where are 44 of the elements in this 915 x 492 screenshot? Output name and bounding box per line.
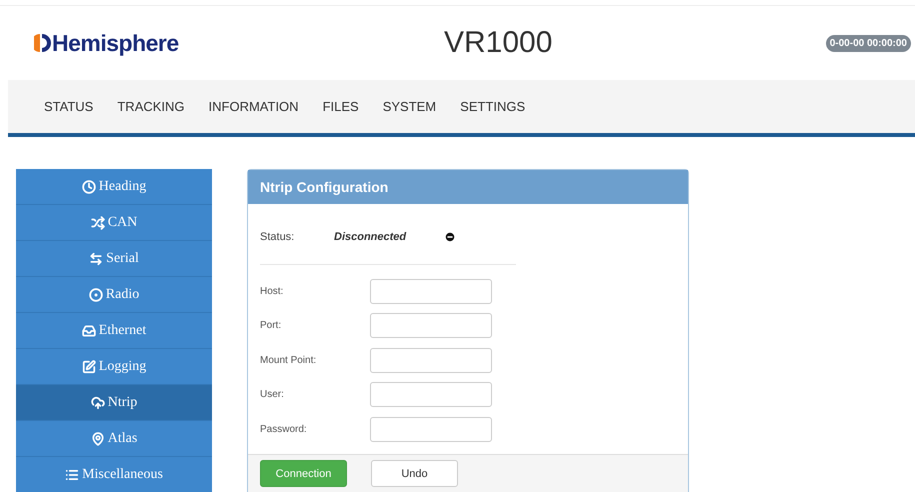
- undo-button[interactable]: Undo: [371, 460, 458, 487]
- input-field[interactable]: [370, 348, 492, 373]
- logo-icon: [34, 32, 52, 54]
- field-label: Port:: [260, 320, 282, 332]
- input-field[interactable]: [370, 313, 492, 338]
- input-field[interactable]: [370, 382, 492, 408]
- sidebar-item[interactable]: Miscellaneous: [16, 457, 212, 492]
- status-label: Status:: [260, 231, 296, 243]
- field-label: User:: [260, 389, 285, 400]
- sidebar-item[interactable]: Atlas: [16, 421, 212, 457]
- map-pin-icon: [90, 432, 105, 446]
- clock-icon: [82, 180, 96, 194]
- sidebar-item[interactable]: Ntrip: [16, 385, 212, 421]
- field-label: Host:: [260, 286, 284, 297]
- sidebar-item[interactable]: Ethernet: [16, 313, 212, 349]
- nav-link[interactable]: INFORMATION: [208, 99, 299, 114]
- nav-link[interactable]: SYSTEM: [382, 99, 436, 114]
- logo-text: Hemisphere: [52, 30, 179, 56]
- status-value: Disconnected: [334, 231, 408, 243]
- field-label: Password:: [260, 424, 308, 435]
- sidebar-item[interactable]: CAN: [16, 205, 212, 241]
- arrows-icon: [89, 252, 104, 266]
- date-time-badge: 0-00-00 00:00:00: [826, 34, 911, 52]
- field-label: Mount Point:: [260, 354, 318, 366]
- input-field[interactable]: [370, 278, 492, 304]
- target-icon: [88, 288, 103, 302]
- connect-button[interactable]: Connection: [260, 460, 347, 487]
- shuffle-icon: [90, 216, 105, 230]
- nav-link[interactable]: STATUS: [44, 99, 94, 114]
- cloud-upload-icon: [90, 396, 105, 410]
- nav-link[interactable]: FILES: [322, 99, 359, 114]
- nav-link[interactable]: TRACKING: [117, 99, 185, 114]
- device-title: VR1000: [444, 26, 552, 59]
- sidebar-item[interactable]: Heading: [16, 169, 212, 205]
- sidebar-item[interactable]: Logging: [16, 349, 212, 385]
- nav-link[interactable]: SETTINGS: [460, 99, 526, 114]
- minus-circle-icon: [444, 231, 456, 243]
- edit-icon: [82, 360, 96, 374]
- inbox-icon: [82, 324, 96, 338]
- sidebar-item[interactable]: Serial: [16, 241, 212, 277]
- list-icon: [65, 468, 80, 482]
- input-field[interactable]: [370, 416, 492, 442]
- panel-title: Ntrip Configuration: [248, 170, 688, 204]
- sidebar-item[interactable]: Radio: [16, 277, 212, 313]
